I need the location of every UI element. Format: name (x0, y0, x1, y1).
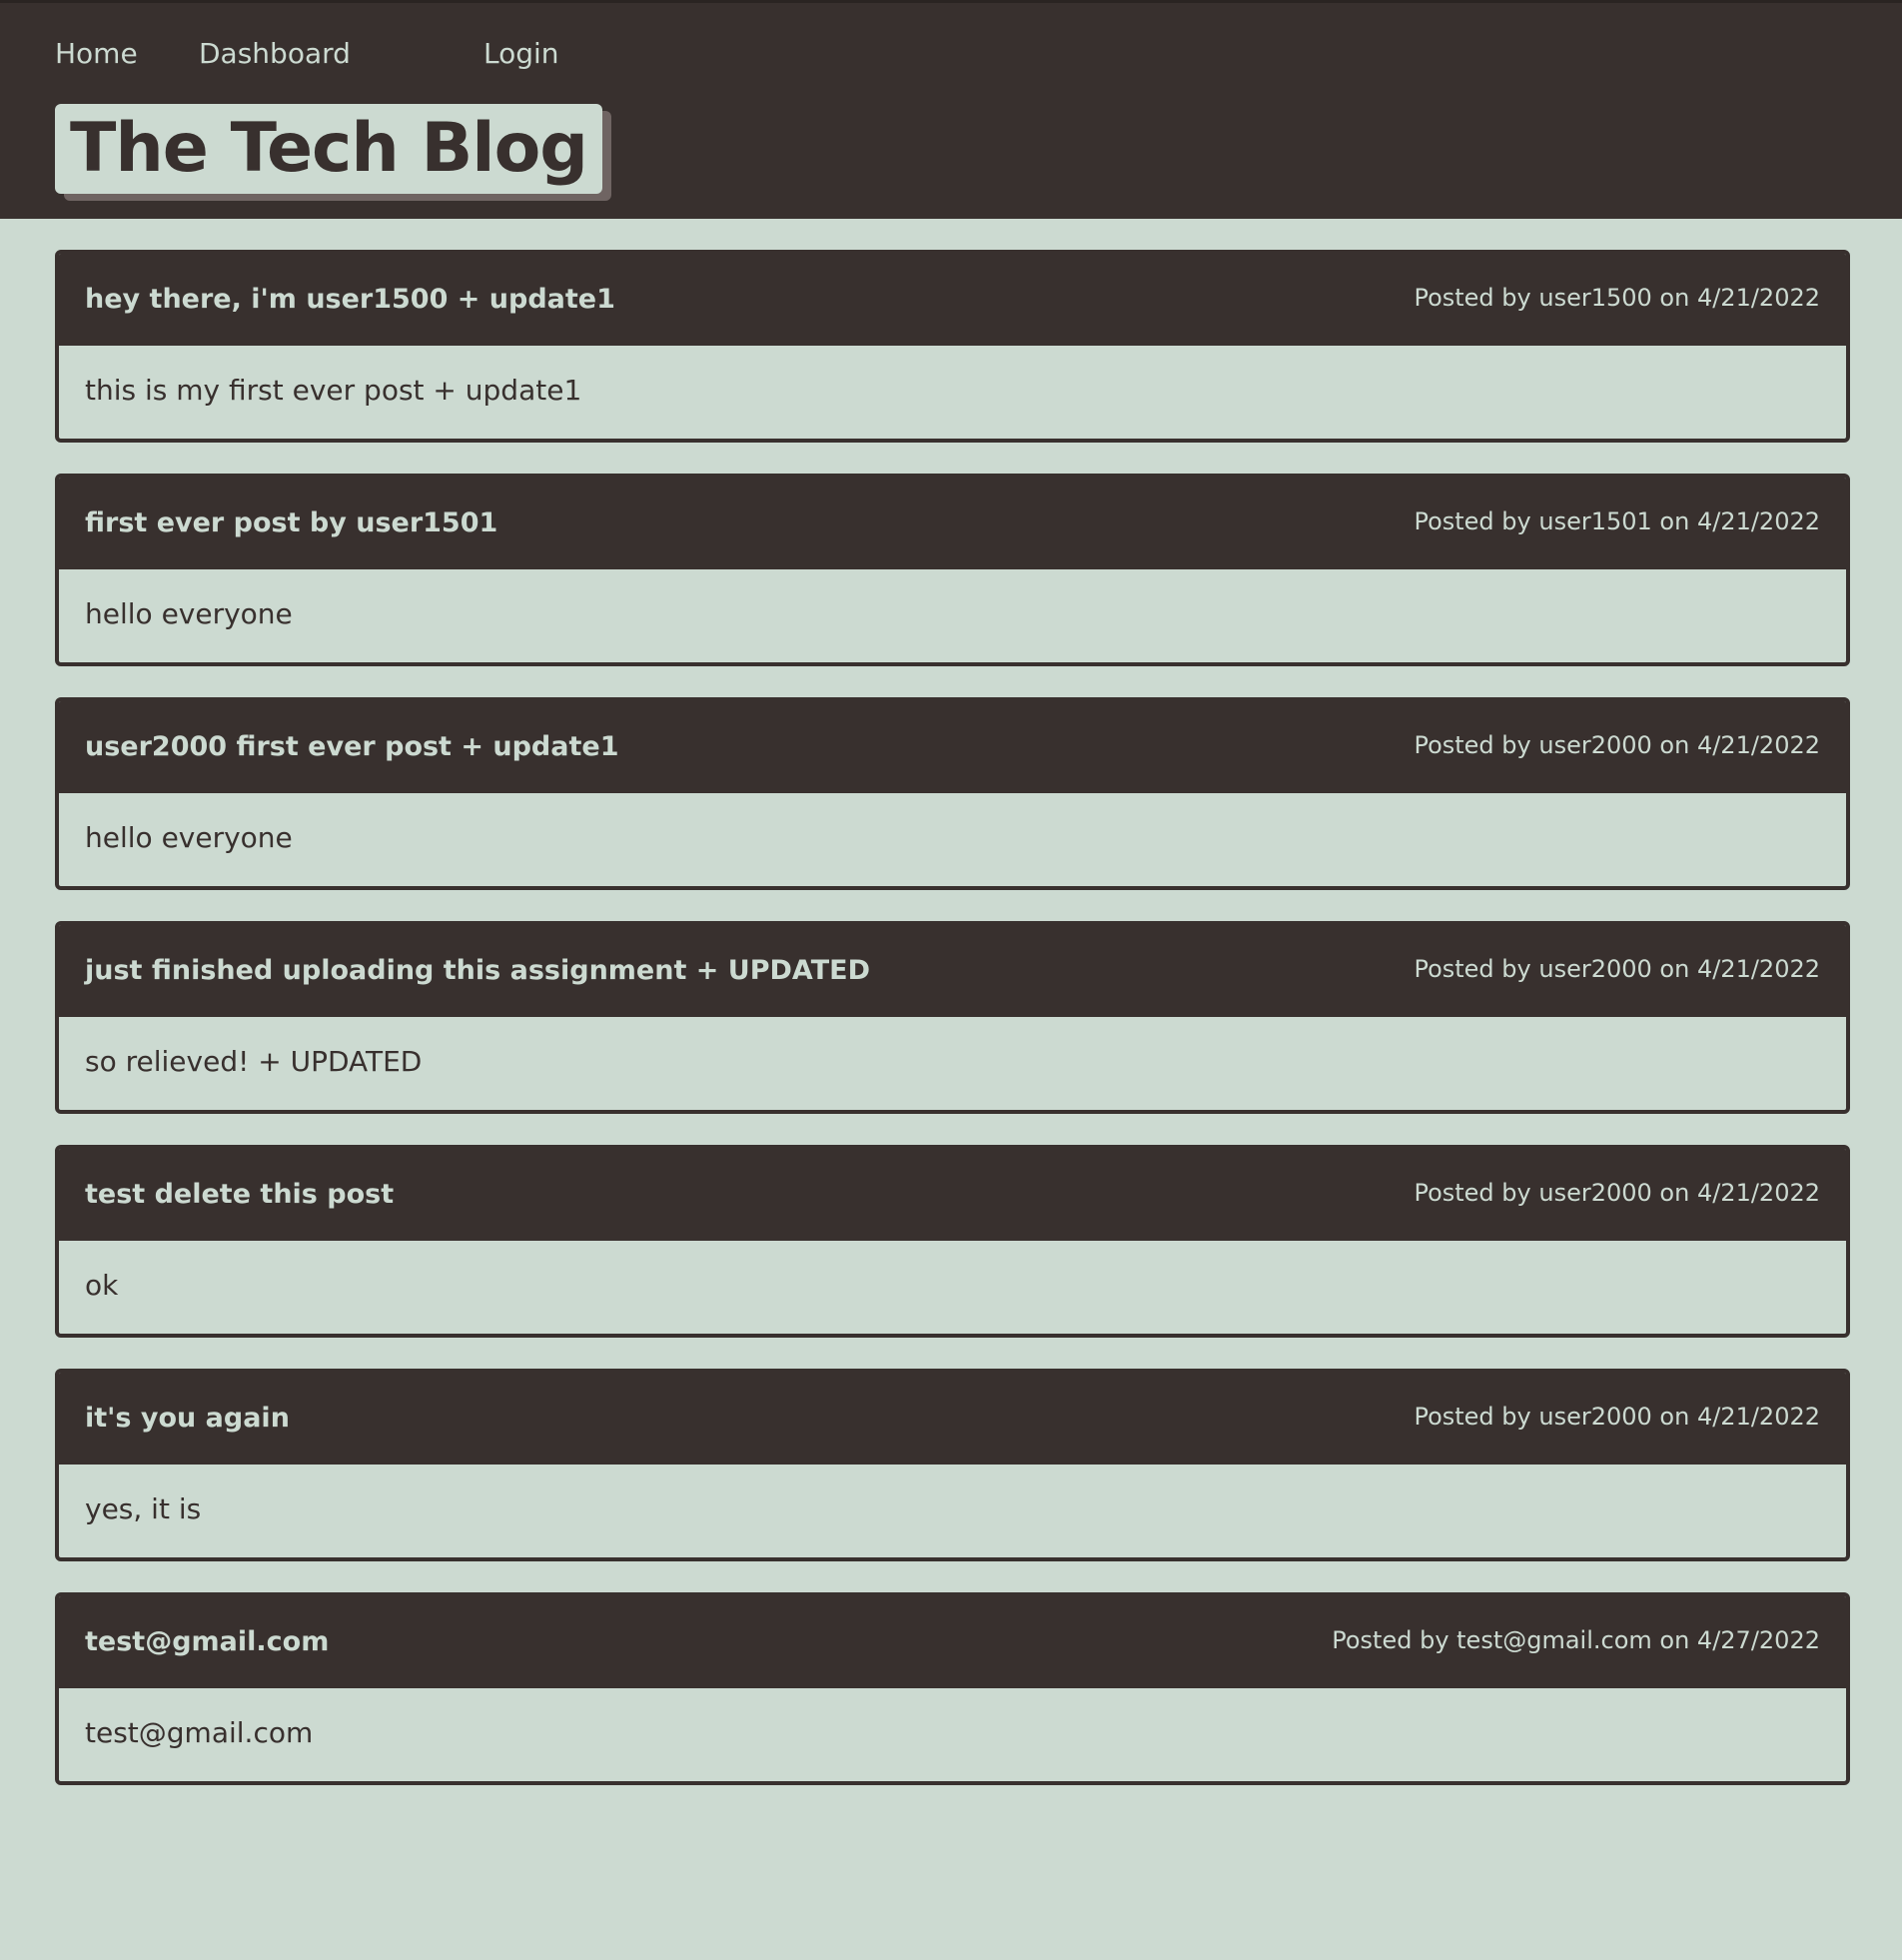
post-body: yes, it is (85, 1492, 202, 1525)
post-title[interactable]: first ever post by user1501 (85, 478, 497, 538)
post-card[interactable]: user2000 first ever post + update1 Poste… (55, 697, 1850, 890)
post-header: test@gmail.com Posted by test@gmail.com … (59, 1596, 1846, 1688)
post-body: hello everyone (85, 821, 293, 854)
post-title[interactable]: test delete this post (85, 1149, 394, 1210)
post-card[interactable]: first ever post by user1501 Posted by us… (55, 474, 1850, 666)
post-body: hello everyone (85, 597, 293, 630)
post-body: this is my first ever post + update1 (85, 374, 582, 407)
post-meta: Posted by user2000 on 4/21/2022 (1414, 1403, 1820, 1431)
post-list: hey there, i'm user1500 + update1 Posted… (55, 250, 1850, 1816)
site-logo-wrap: The Tech Blog (55, 104, 602, 194)
post-card[interactable]: hey there, i'm user1500 + update1 Posted… (55, 250, 1850, 443)
post-title[interactable]: it's you again (85, 1373, 290, 1434)
post-title[interactable]: user2000 first ever post + update1 (85, 701, 619, 762)
post-body: so relieved! + UPDATED (85, 1045, 423, 1078)
nav-home-link[interactable]: Home (55, 34, 199, 74)
post-header: test delete this post Posted by user2000… (59, 1149, 1846, 1241)
post-header: it's you again Posted by user2000 on 4/2… (59, 1373, 1846, 1465)
post-body: test@gmail.com (85, 1716, 314, 1749)
post-header: just finished uploading this assignment … (59, 925, 1846, 1017)
post-meta: Posted by user2000 on 4/21/2022 (1414, 1179, 1820, 1207)
post-body: ok (85, 1269, 119, 1302)
nav-login-link[interactable]: Login (483, 34, 603, 74)
post-header: user2000 first ever post + update1 Poste… (59, 701, 1846, 793)
site-header: Home Dashboard Login The Tech Blog (0, 0, 1902, 219)
main-nav: Home Dashboard Login (55, 34, 603, 74)
post-meta: Posted by test@gmail.com on 4/27/2022 (1332, 1626, 1820, 1654)
post-meta: Posted by user1500 on 4/21/2022 (1414, 284, 1820, 312)
post-card[interactable]: it's you again Posted by user2000 on 4/2… (55, 1369, 1850, 1561)
post-title[interactable]: test@gmail.com (85, 1596, 329, 1657)
post-card[interactable]: test delete this post Posted by user2000… (55, 1145, 1850, 1338)
post-header: hey there, i'm user1500 + update1 Posted… (59, 254, 1846, 346)
post-card[interactable]: test@gmail.com Posted by test@gmail.com … (55, 1592, 1850, 1785)
post-title[interactable]: just finished uploading this assignment … (85, 925, 870, 986)
post-header: first ever post by user1501 Posted by us… (59, 478, 1846, 569)
nav-dashboard-link[interactable]: Dashboard (199, 34, 483, 74)
post-title[interactable]: hey there, i'm user1500 + update1 (85, 254, 615, 315)
post-meta: Posted by user1501 on 4/21/2022 (1414, 507, 1820, 535)
post-meta: Posted by user2000 on 4/21/2022 (1414, 731, 1820, 759)
site-title[interactable]: The Tech Blog (55, 104, 602, 194)
post-card[interactable]: just finished uploading this assignment … (55, 921, 1850, 1114)
post-meta: Posted by user2000 on 4/21/2022 (1414, 955, 1820, 983)
